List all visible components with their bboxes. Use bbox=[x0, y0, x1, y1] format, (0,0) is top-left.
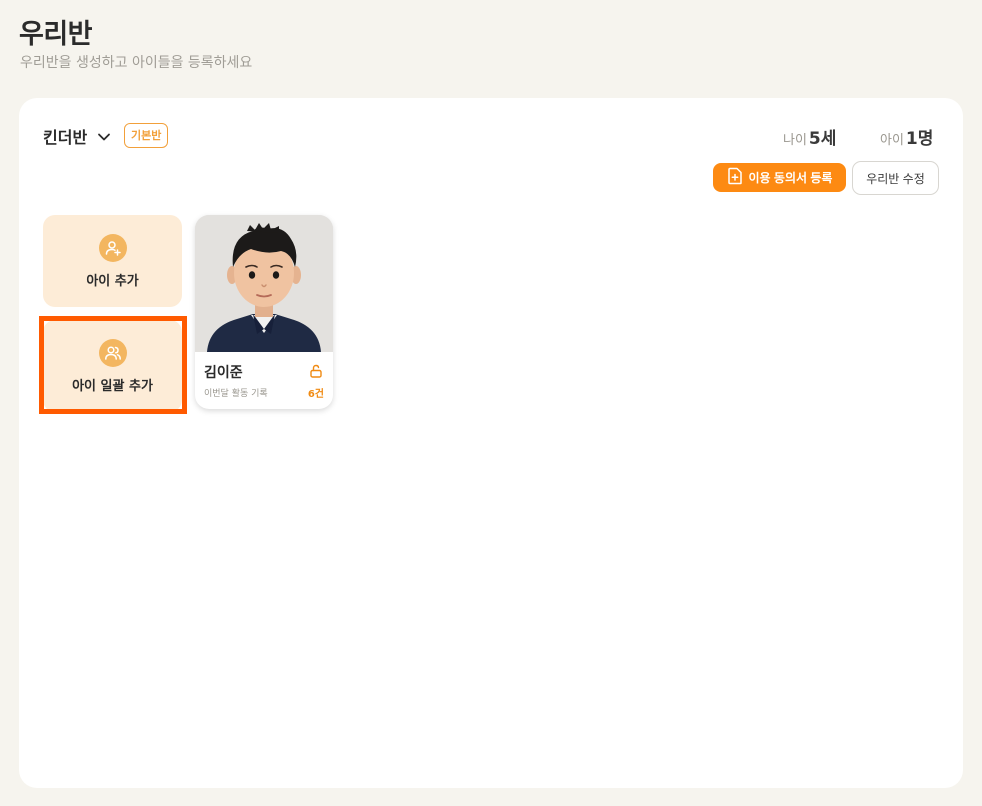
add-child-label: 아이 추가 bbox=[86, 273, 139, 289]
child-count-label: 아이 bbox=[880, 133, 904, 148]
child-activity-count: 6건 bbox=[307, 389, 324, 400]
chevron-down-icon bbox=[97, 129, 111, 143]
age-value: 5세 bbox=[808, 129, 837, 149]
class-card: 킨더반 기본반 나이 5세 아이 1명 이용 동의서 등록 우리반 수정 아이 … bbox=[19, 98, 963, 788]
register-consent-label: 이용 동의서 등록 bbox=[748, 171, 833, 185]
add-child-button[interactable]: 아이 추가 bbox=[43, 215, 182, 307]
page-subtitle: 우리반을 생성하고 아이들을 등록하세요 bbox=[20, 55, 253, 71]
edit-class-button[interactable]: 우리반 수정 bbox=[852, 161, 939, 195]
register-consent-button[interactable]: 이용 동의서 등록 bbox=[713, 163, 846, 192]
class-type-badge: 기본반 bbox=[124, 123, 169, 148]
page-title: 우리반 bbox=[19, 19, 93, 50]
bulk-add-children-button[interactable]: 아이 일괄 추가 bbox=[43, 320, 182, 412]
child-info: 김이준 이번달 활동 기록 6건 bbox=[195, 352, 333, 409]
age-label: 나이 bbox=[783, 133, 807, 148]
class-name: 킨더반 bbox=[43, 128, 88, 147]
unlock-icon bbox=[309, 363, 323, 382]
child-activity-label: 이번달 활동 기록 bbox=[204, 389, 268, 399]
users-icon bbox=[98, 338, 127, 367]
child-photo bbox=[195, 215, 333, 352]
child-count-value: 1명 bbox=[905, 129, 934, 149]
add-user-icon bbox=[98, 233, 127, 262]
child-name: 김이준 bbox=[204, 365, 243, 381]
bulk-add-children-label: 아이 일괄 추가 bbox=[72, 378, 153, 394]
child-count-stat: 아이 1명 bbox=[880, 124, 933, 149]
document-add-icon bbox=[727, 167, 749, 188]
class-selector[interactable]: 킨더반 bbox=[43, 124, 111, 148]
age-stat: 나이 5세 bbox=[783, 124, 836, 149]
child-card[interactable]: 김이준 이번달 활동 기록 6건 bbox=[195, 215, 333, 409]
